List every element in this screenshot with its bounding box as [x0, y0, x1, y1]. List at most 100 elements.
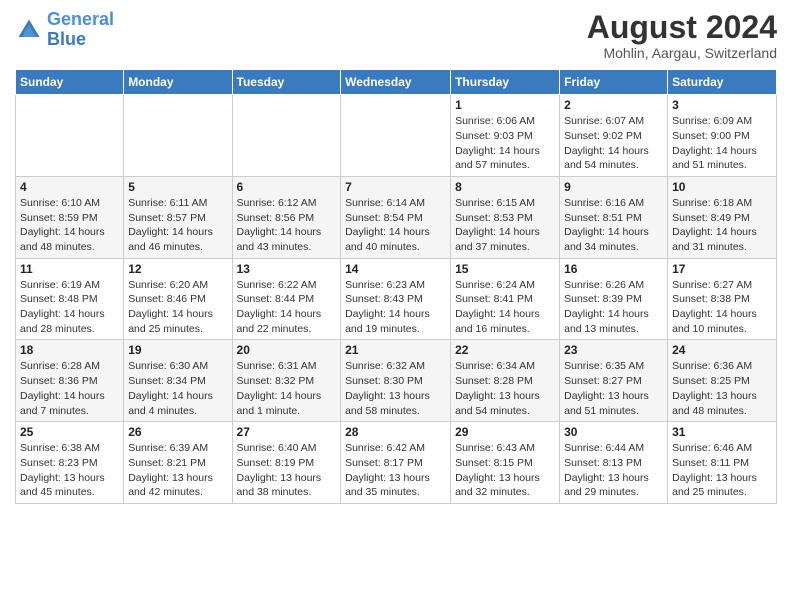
- calendar-cell: 25Sunrise: 6:38 AM Sunset: 8:23 PM Dayli…: [16, 422, 124, 504]
- day-info: Sunrise: 6:11 AM Sunset: 8:57 PM Dayligh…: [128, 196, 227, 255]
- header-wednesday: Wednesday: [341, 70, 451, 95]
- header-friday: Friday: [560, 70, 668, 95]
- calendar-cell: 4Sunrise: 6:10 AM Sunset: 8:59 PM Daylig…: [16, 176, 124, 258]
- calendar-table: Sunday Monday Tuesday Wednesday Thursday…: [15, 69, 777, 504]
- day-info: Sunrise: 6:43 AM Sunset: 8:15 PM Dayligh…: [455, 441, 555, 500]
- page-container: General Blue August 2024 Mohlin, Aargau,…: [0, 0, 792, 514]
- day-info: Sunrise: 6:23 AM Sunset: 8:43 PM Dayligh…: [345, 278, 446, 337]
- day-number: 30: [564, 425, 663, 439]
- day-info: Sunrise: 6:18 AM Sunset: 8:49 PM Dayligh…: [672, 196, 772, 255]
- header-sunday: Sunday: [16, 70, 124, 95]
- calendar-cell: 21Sunrise: 6:32 AM Sunset: 8:30 PM Dayli…: [341, 340, 451, 422]
- day-info: Sunrise: 6:26 AM Sunset: 8:39 PM Dayligh…: [564, 278, 663, 337]
- logo-icon: [15, 16, 43, 44]
- day-number: 25: [20, 425, 119, 439]
- day-info: Sunrise: 6:42 AM Sunset: 8:17 PM Dayligh…: [345, 441, 446, 500]
- header-saturday: Saturday: [668, 70, 777, 95]
- day-info: Sunrise: 6:09 AM Sunset: 9:00 PM Dayligh…: [672, 114, 772, 173]
- calendar-cell: 23Sunrise: 6:35 AM Sunset: 8:27 PM Dayli…: [560, 340, 668, 422]
- logo: General Blue: [15, 10, 114, 50]
- day-number: 12: [128, 262, 227, 276]
- day-number: 27: [237, 425, 337, 439]
- calendar-cell: [16, 95, 124, 177]
- calendar-cell: [124, 95, 232, 177]
- calendar-cell: 6 Sunrise: 6:12 AM Sunset: 8:56 PM Daylig…: [232, 176, 341, 258]
- day-number: 24: [672, 343, 772, 357]
- day-number: 7: [345, 180, 446, 194]
- calendar-cell: [232, 95, 341, 177]
- day-info: Sunrise: 6:32 AM Sunset: 8:30 PM Dayligh…: [345, 359, 446, 418]
- day-number: 31: [672, 425, 772, 439]
- calendar-cell: 12 Sunrise: 6:20 AM Sunset: 8:46 PM Dayli…: [124, 258, 232, 340]
- header-monday: Monday: [124, 70, 232, 95]
- calendar-cell: [341, 95, 451, 177]
- calendar-week-row: 4Sunrise: 6:10 AM Sunset: 8:59 PM Daylig…: [16, 176, 777, 258]
- day-info: Sunrise: 6:36 AM Sunset: 8:25 PM Dayligh…: [672, 359, 772, 418]
- calendar-cell: 31 Sunrise: 6:46 AM Sunset: 8:11 PM Dayli…: [668, 422, 777, 504]
- calendar-cell: 22 Sunrise: 6:34 AM Sunset: 8:28 PM Dayli…: [451, 340, 560, 422]
- day-number: 2: [564, 98, 663, 112]
- day-number: 4: [20, 180, 119, 194]
- day-info: Sunrise: 6:46 AM Sunset: 8:11 PM Dayligh…: [672, 441, 772, 500]
- day-number: 22: [455, 343, 555, 357]
- calendar-cell: 3 Sunrise: 6:09 AM Sunset: 9:00 PM Daylig…: [668, 95, 777, 177]
- month-year-title: August 2024: [587, 10, 777, 45]
- day-number: 10: [672, 180, 772, 194]
- day-number: 26: [128, 425, 227, 439]
- logo-blue: Blue: [47, 29, 86, 49]
- title-block: August 2024 Mohlin, Aargau, Switzerland: [587, 10, 777, 61]
- day-info: Sunrise: 6:12 AM Sunset: 8:56 PM Dayligh…: [237, 196, 337, 255]
- calendar-cell: 7Sunrise: 6:14 AM Sunset: 8:54 PM Daylig…: [341, 176, 451, 258]
- calendar-cell: 11 Sunrise: 6:19 AM Sunset: 8:48 PM Dayli…: [16, 258, 124, 340]
- day-info: Sunrise: 6:31 AM Sunset: 8:32 PM Dayligh…: [237, 359, 337, 418]
- day-info: Sunrise: 6:39 AM Sunset: 8:21 PM Dayligh…: [128, 441, 227, 500]
- calendar-cell: 14 Sunrise: 6:23 AM Sunset: 8:43 PM Dayli…: [341, 258, 451, 340]
- calendar-cell: 19Sunrise: 6:30 AM Sunset: 8:34 PM Dayli…: [124, 340, 232, 422]
- day-number: 14: [345, 262, 446, 276]
- day-number: 17: [672, 262, 772, 276]
- day-number: 16: [564, 262, 663, 276]
- logo-text: General Blue: [47, 10, 114, 50]
- calendar-cell: 28Sunrise: 6:42 AM Sunset: 8:17 PM Dayli…: [341, 422, 451, 504]
- header-row: General Blue August 2024 Mohlin, Aargau,…: [15, 10, 777, 61]
- calendar-cell: 18 Sunrise: 6:28 AM Sunset: 8:36 PM Dayli…: [16, 340, 124, 422]
- calendar-cell: 5 Sunrise: 6:11 AM Sunset: 8:57 PM Daylig…: [124, 176, 232, 258]
- day-info: Sunrise: 6:27 AM Sunset: 8:38 PM Dayligh…: [672, 278, 772, 337]
- location-subtitle: Mohlin, Aargau, Switzerland: [587, 45, 777, 61]
- calendar-cell: 24 Sunrise: 6:36 AM Sunset: 8:25 PM Dayli…: [668, 340, 777, 422]
- day-info: Sunrise: 6:40 AM Sunset: 8:19 PM Dayligh…: [237, 441, 337, 500]
- day-info: Sunrise: 6:15 AM Sunset: 8:53 PM Dayligh…: [455, 196, 555, 255]
- header-thursday: Thursday: [451, 70, 560, 95]
- day-number: 6: [237, 180, 337, 194]
- day-number: 11: [20, 262, 119, 276]
- day-info: Sunrise: 6:24 AM Sunset: 8:41 PM Dayligh…: [455, 278, 555, 337]
- calendar-cell: 15 Sunrise: 6:24 AM Sunset: 8:41 PM Dayli…: [451, 258, 560, 340]
- day-number: 1: [455, 98, 555, 112]
- calendar-cell: 1 Sunrise: 6:06 AM Sunset: 9:03 PM Daylig…: [451, 95, 560, 177]
- calendar-cell: 26 Sunrise: 6:39 AM Sunset: 8:21 PM Dayli…: [124, 422, 232, 504]
- calendar-week-row: 18 Sunrise: 6:28 AM Sunset: 8:36 PM Dayli…: [16, 340, 777, 422]
- header-tuesday: Tuesday: [232, 70, 341, 95]
- calendar-week-row: 11 Sunrise: 6:19 AM Sunset: 8:48 PM Dayli…: [16, 258, 777, 340]
- calendar-cell: 29Sunrise: 6:43 AM Sunset: 8:15 PM Dayli…: [451, 422, 560, 504]
- day-info: Sunrise: 6:20 AM Sunset: 8:46 PM Dayligh…: [128, 278, 227, 337]
- calendar-cell: 9Sunrise: 6:16 AM Sunset: 8:51 PM Daylig…: [560, 176, 668, 258]
- day-number: 3: [672, 98, 772, 112]
- calendar-cell: 13Sunrise: 6:22 AM Sunset: 8:44 PM Dayli…: [232, 258, 341, 340]
- day-number: 18: [20, 343, 119, 357]
- calendar-cell: 16 Sunrise: 6:26 AM Sunset: 8:39 PM Dayli…: [560, 258, 668, 340]
- day-info: Sunrise: 6:34 AM Sunset: 8:28 PM Dayligh…: [455, 359, 555, 418]
- weekday-header-row: Sunday Monday Tuesday Wednesday Thursday…: [16, 70, 777, 95]
- day-info: Sunrise: 6:06 AM Sunset: 9:03 PM Dayligh…: [455, 114, 555, 173]
- calendar-week-row: 25Sunrise: 6:38 AM Sunset: 8:23 PM Dayli…: [16, 422, 777, 504]
- day-info: Sunrise: 6:07 AM Sunset: 9:02 PM Dayligh…: [564, 114, 663, 173]
- calendar-cell: 30 Sunrise: 6:44 AM Sunset: 8:13 PM Dayli…: [560, 422, 668, 504]
- day-number: 5: [128, 180, 227, 194]
- calendar-cell: 10 Sunrise: 6:18 AM Sunset: 8:49 PM Dayli…: [668, 176, 777, 258]
- day-info: Sunrise: 6:44 AM Sunset: 8:13 PM Dayligh…: [564, 441, 663, 500]
- day-number: 15: [455, 262, 555, 276]
- day-info: Sunrise: 6:28 AM Sunset: 8:36 PM Dayligh…: [20, 359, 119, 418]
- day-info: Sunrise: 6:22 AM Sunset: 8:44 PM Dayligh…: [237, 278, 337, 337]
- day-info: Sunrise: 6:19 AM Sunset: 8:48 PM Dayligh…: [20, 278, 119, 337]
- day-info: Sunrise: 6:30 AM Sunset: 8:34 PM Dayligh…: [128, 359, 227, 418]
